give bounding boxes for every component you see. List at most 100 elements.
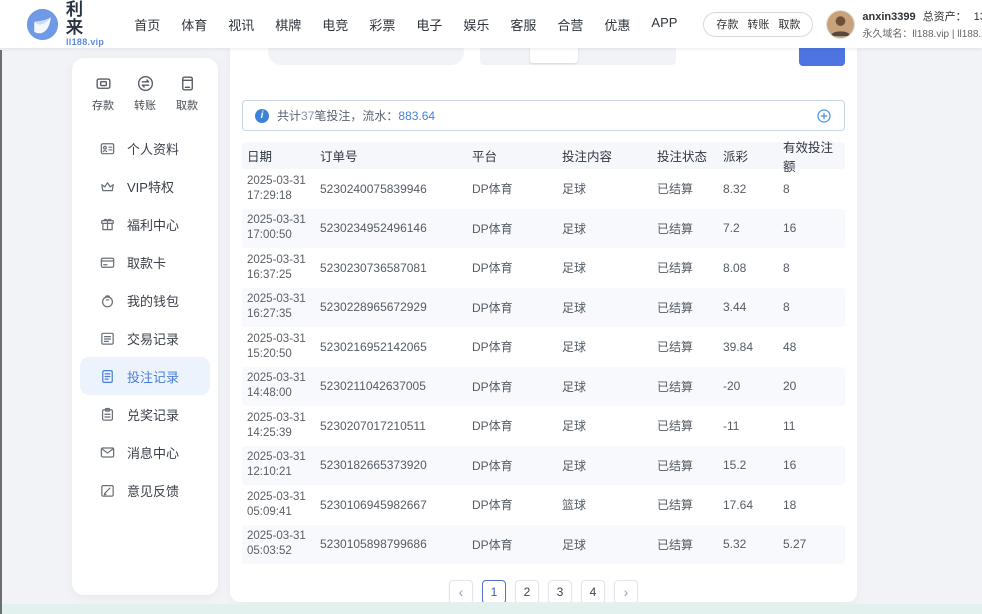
column-header: 投注内容 [562, 146, 657, 165]
table-row: 2025-03-3117:00:505230234952496146DP体育足球… [242, 209, 845, 249]
cell-platform: DP体育 [472, 457, 562, 474]
cell-valid-amount: 48 [783, 340, 845, 354]
withdraw-icon [178, 74, 197, 93]
cell-content: 足球 [562, 220, 657, 237]
nav-item[interactable]: 电子 [416, 15, 442, 34]
sidebar-item-withdraw-card[interactable]: 取款卡 [80, 243, 210, 281]
cell-payout: 17.64 [723, 498, 783, 512]
cell-valid-amount: 16 [783, 458, 845, 472]
sidebar-item-messages[interactable]: 消息中心 [80, 433, 210, 471]
deposit-icon [94, 74, 113, 93]
info-icon: i [255, 109, 269, 123]
nav-item[interactable]: 合营 [557, 15, 583, 34]
main-panel: i 共计 37 笔投注，流水： 883.64 日期订单号平台投注内容投注状态派彩… [230, 40, 857, 602]
pagination-page-3[interactable]: 3 [548, 580, 572, 602]
document-icon [99, 368, 116, 385]
cell-payout: -20 [723, 379, 783, 393]
sidebar-item-prize-records[interactable]: 兑奖记录 [80, 395, 210, 433]
nav-item[interactable]: 客服 [510, 15, 536, 34]
assets-value: 1363.49元 [974, 8, 982, 24]
cell-payout: 3.44 [723, 300, 783, 314]
column-header: 投注状态 [657, 146, 723, 165]
cell-valid-amount: 16 [783, 221, 845, 235]
nav-item[interactable]: APP [651, 15, 677, 34]
cell-content: 足球 [562, 417, 657, 434]
pagination-prev-button[interactable]: ‹ [449, 580, 473, 602]
cell-status: 已结算 [657, 299, 723, 316]
cell-payout: 5.32 [723, 537, 783, 551]
username[interactable]: anxin3399 [862, 11, 915, 23]
avatar[interactable] [826, 10, 855, 39]
nav-item[interactable]: 首页 [134, 15, 160, 34]
quick-action-transfer[interactable]: 转账 [134, 74, 156, 113]
cell-payout: 8.08 [723, 261, 783, 275]
sidebar-item-label: 投注记录 [127, 367, 179, 386]
cell-date: 2025-03-3105:03:52 [242, 529, 320, 559]
nav-item[interactable]: 视讯 [228, 15, 254, 34]
sidebar-menu: 个人资料 VIP特权福利中心取款卡我的钱包交易记录投注记录兑奖记录消息中心意见反馈 [80, 129, 210, 509]
sidebar-item-feedback[interactable]: 意见反馈 [80, 471, 210, 509]
sidebar-item-label: 兑奖记录 [127, 405, 179, 424]
nav-item[interactable]: 电竞 [322, 15, 348, 34]
nav-item[interactable]: 优惠 [604, 15, 630, 34]
column-header: 订单号 [320, 146, 472, 165]
brand-logo[interactable]: 利 来 ll188.vip [26, 1, 104, 47]
pill-withdraw-button[interactable]: 取款 [778, 16, 800, 32]
cell-platform: DP体育 [472, 259, 562, 276]
assets-label: 总资产： [923, 8, 967, 24]
table-body: 2025-03-3117:29:185230240075839946DP体育足球… [242, 169, 845, 564]
crown-icon [99, 178, 116, 195]
sidebar-item-wallet[interactable]: 我的钱包 [80, 281, 210, 319]
bank-card-icon [99, 254, 116, 271]
summary-count: 37 [301, 109, 314, 123]
sidebar-item-label: 个人资料 [127, 139, 179, 158]
pagination-page-1[interactable]: 1 [482, 580, 506, 602]
cell-content: 足球 [562, 536, 657, 553]
sidebar-item-vip[interactable]: VIP特权 [80, 167, 210, 205]
quick-action-withdraw[interactable]: 取款 [176, 74, 198, 113]
cell-date: 2025-03-3112:10:21 [242, 450, 320, 480]
cell-content: 篮球 [562, 496, 657, 513]
quick-action-label: 存款 [92, 97, 114, 113]
cell-date: 2025-03-3105:09:41 [242, 490, 320, 520]
sidebar-item-profile[interactable]: 个人资料 [80, 129, 210, 167]
sidebar-item-transactions[interactable]: 交易记录 [80, 319, 210, 357]
pagination-next-button[interactable]: › [614, 580, 638, 602]
summary-turnover: 883.64 [398, 109, 435, 123]
cell-payout: 8.32 [723, 182, 783, 196]
cell-order: 5230211042637005 [320, 379, 472, 393]
nav-item[interactable]: 彩票 [369, 15, 395, 34]
sidebar-item-bet-records[interactable]: 投注记录 [80, 357, 210, 395]
cell-date: 2025-03-3114:48:00 [242, 371, 320, 401]
envelope-icon [99, 444, 116, 461]
pill-transfer-button[interactable]: 转账 [747, 16, 769, 32]
window-left-edge [0, 50, 2, 614]
cell-date: 2025-03-3116:27:35 [242, 292, 320, 322]
sidebar-item-welfare[interactable]: 福利中心 [80, 205, 210, 243]
sidebar-item-label: 意见反馈 [127, 481, 179, 500]
cell-platform: DP体育 [472, 299, 562, 316]
summary-middle: 笔投注，流水： [314, 107, 398, 124]
feedback-pen-icon [99, 482, 116, 499]
wallet-icon [99, 292, 116, 309]
nav-item[interactable]: 娱乐 [463, 15, 489, 34]
pagination-page-2[interactable]: 2 [515, 580, 539, 602]
sidebar-quick-actions: 存款 转账取款 [80, 74, 210, 113]
cell-status: 已结算 [657, 536, 723, 553]
cell-platform: DP体育 [472, 417, 562, 434]
table-row: 2025-03-3114:48:005230211042637005DP体育足球… [242, 367, 845, 407]
nav-item[interactable]: 棋牌 [275, 15, 301, 34]
column-header: 有效投注额 [783, 137, 845, 175]
cell-status: 已结算 [657, 259, 723, 276]
cell-order: 5230230736587081 [320, 261, 472, 275]
cell-status: 已结算 [657, 417, 723, 434]
pagination-page-4[interactable]: 4 [581, 580, 605, 602]
quick-action-deposit[interactable]: 存款 [92, 74, 114, 113]
clipboard-icon [99, 406, 116, 423]
plus-circle-icon[interactable] [816, 108, 832, 124]
cell-status: 已结算 [657, 220, 723, 237]
column-header: 平台 [472, 146, 562, 165]
pill-deposit-button[interactable]: 存款 [716, 16, 738, 32]
cell-valid-amount: 8 [783, 261, 845, 275]
nav-item[interactable]: 体育 [181, 15, 207, 34]
